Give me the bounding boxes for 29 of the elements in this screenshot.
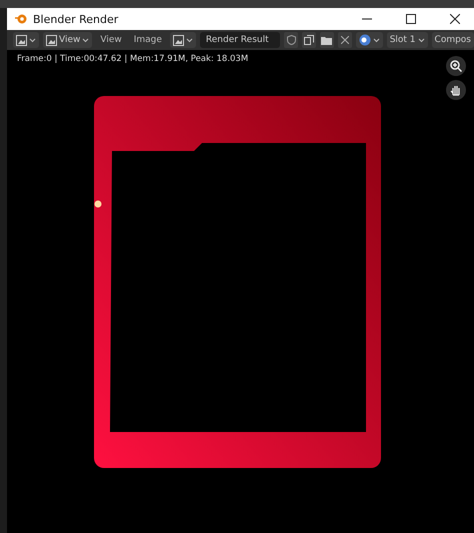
shield-icon[interactable] bbox=[284, 32, 298, 48]
render-slot-icon-button[interactable] bbox=[356, 32, 383, 48]
folder-icon[interactable] bbox=[320, 32, 334, 48]
image-icon bbox=[46, 34, 57, 46]
image-browse-button[interactable] bbox=[170, 32, 196, 48]
view-dropdown[interactable]: View bbox=[43, 32, 92, 48]
image-icon bbox=[16, 34, 27, 46]
image-icon bbox=[172, 34, 184, 46]
close-icon[interactable] bbox=[450, 14, 460, 24]
caret-icon bbox=[29, 38, 36, 42]
zoom-icon[interactable] bbox=[446, 56, 466, 76]
image-name-field[interactable]: Render Result bbox=[200, 32, 280, 48]
editor-type-button[interactable] bbox=[13, 32, 39, 48]
caret-icon bbox=[186, 38, 193, 42]
app-logo-icon bbox=[15, 13, 27, 25]
hand-icon[interactable] bbox=[446, 80, 466, 100]
layer-dropdown[interactable]: Compos bbox=[432, 32, 474, 48]
menu-item[interactable]: View bbox=[96, 35, 126, 45]
maximize-icon[interactable] bbox=[406, 14, 416, 24]
duplicate-icon[interactable] bbox=[302, 32, 316, 48]
caret-icon bbox=[418, 38, 425, 42]
render-info-text: Frame:0 | Time:00:47.62 | Mem:17.91M, Peak: 18.03M bbox=[16, 53, 250, 64]
slot-dropdown[interactable]: Slot 1 bbox=[386, 32, 428, 48]
close-icon[interactable] bbox=[338, 32, 352, 48]
render-icon bbox=[358, 34, 371, 46]
caret-icon bbox=[372, 38, 380, 42]
caret-icon bbox=[82, 38, 90, 42]
window-title: Blender Render bbox=[33, 12, 120, 26]
menu-item[interactable]: Image bbox=[130, 35, 166, 45]
